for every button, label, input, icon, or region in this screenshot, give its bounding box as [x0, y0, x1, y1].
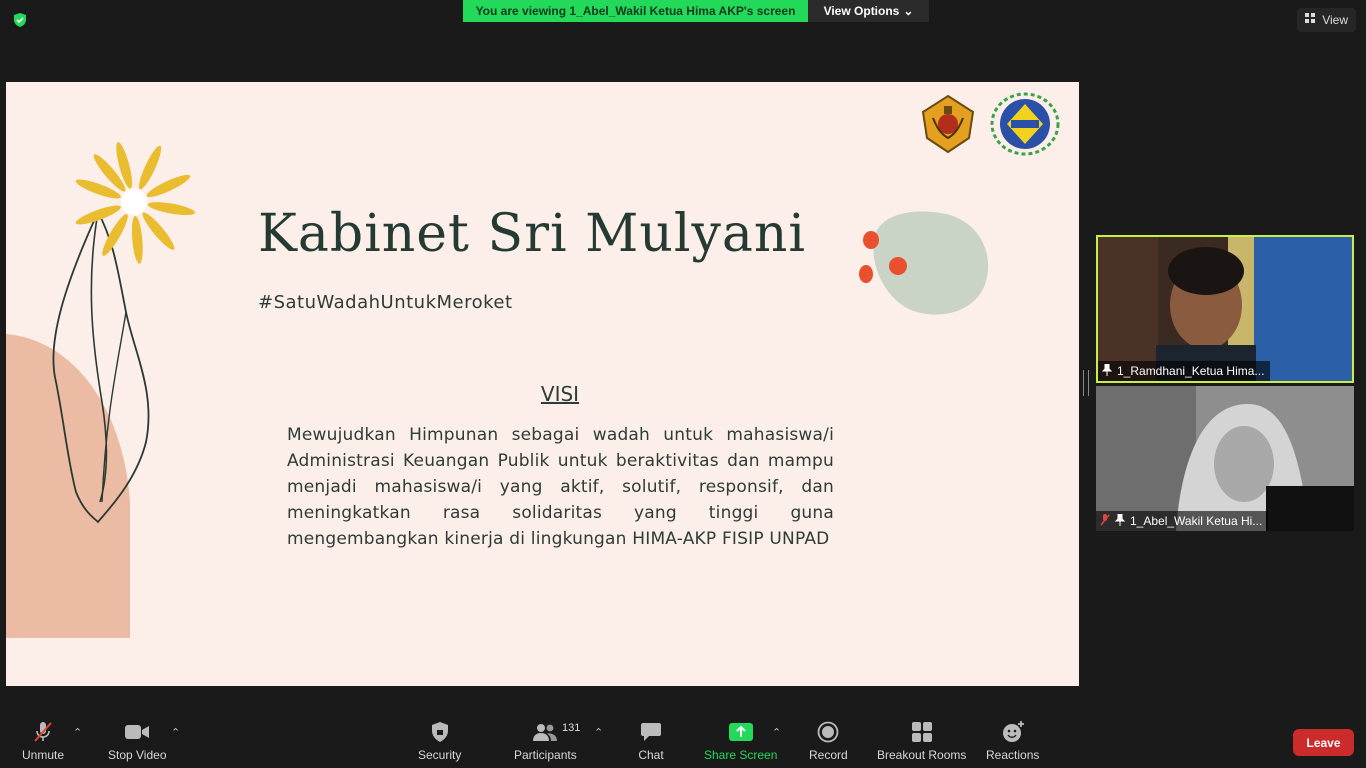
share-options-caret-icon[interactable]: ⌃	[772, 726, 781, 739]
audio-options-caret-icon[interactable]: ⌃	[73, 726, 82, 739]
peach-arch-shape	[6, 334, 130, 638]
visi-heading: VISI	[540, 382, 580, 406]
chevron-down-icon: ⌄	[903, 4, 914, 18]
reactions-label: Reactions	[986, 748, 1040, 762]
unpad-logo	[919, 94, 977, 154]
pin-icon	[1114, 513, 1126, 529]
muted-mic-icon	[1100, 513, 1110, 529]
pin-icon	[1101, 363, 1113, 379]
video-tile-participant[interactable]: 1_Abel_Wakil Ketua Hi...	[1096, 386, 1354, 531]
slide-hashtag: #SatuWadahUntukMeroket	[258, 292, 513, 313]
view-label: View	[1322, 13, 1348, 27]
breakout-rooms-button[interactable]: Breakout Rooms	[877, 720, 966, 762]
record-icon	[814, 720, 842, 744]
share-screen-button[interactable]: Share Screen	[704, 720, 777, 762]
hima-akp-logo	[990, 92, 1060, 156]
participant-name-label: 1_Abel_Wakil Ketua Hi...	[1096, 511, 1269, 531]
reactions-button[interactable]: Reactions	[986, 720, 1039, 762]
red-dot-shape	[863, 231, 879, 249]
record-button[interactable]: Record	[809, 720, 848, 762]
encryption-shield-icon[interactable]	[12, 12, 28, 28]
participant-name: 1_Ramdhani_Ketua Hima...	[1117, 364, 1265, 378]
video-tile-active-speaker[interactable]: 1_Ramdhani_Ketua Hima...	[1096, 235, 1354, 383]
view-button[interactable]: View	[1297, 8, 1356, 32]
participants-count: 131	[562, 722, 581, 734]
participants-options-caret-icon[interactable]: ⌃	[594, 726, 603, 739]
stop-video-label: Stop Video	[108, 748, 167, 762]
share-screen-label: Share Screen	[704, 748, 778, 762]
reactions-smiley-icon	[999, 720, 1027, 744]
panel-resize-handle[interactable]	[1083, 370, 1089, 396]
shared-screen-slide: Kabinet Sri Mulyani #SatuWadahUntukMerok…	[6, 82, 1079, 686]
security-button[interactable]: Security	[418, 720, 461, 762]
red-dot-shape	[859, 265, 873, 283]
record-label: Record	[809, 748, 848, 762]
chat-bubble-icon	[637, 720, 665, 744]
leave-button[interactable]: Leave	[1293, 729, 1354, 756]
video-feed-image	[1098, 237, 1352, 381]
video-options-caret-icon[interactable]: ⌃	[171, 726, 180, 739]
security-label: Security	[418, 748, 462, 762]
video-camera-icon	[123, 720, 151, 744]
participants-label: Participants	[514, 748, 577, 762]
grid-icon	[1305, 13, 1316, 27]
chat-button[interactable]: Chat	[637, 720, 665, 762]
view-options-button[interactable]: View Options ⌄	[808, 0, 929, 22]
muted-microphone-icon	[29, 720, 57, 744]
share-screen-icon	[727, 720, 755, 744]
participants-people-icon	[531, 720, 559, 744]
red-dot-shape	[889, 257, 907, 275]
participant-name: 1_Abel_Wakil Ketua Hi...	[1130, 514, 1263, 528]
chat-label: Chat	[638, 748, 664, 762]
visi-body-text: Mewujudkan Himpunan sebagai wadah untuk …	[287, 425, 834, 549]
slide-title: Kabinet Sri Mulyani	[258, 204, 806, 264]
security-shield-icon	[426, 720, 454, 744]
yellow-flower-shape	[75, 142, 196, 264]
unmute-label: Unmute	[22, 748, 65, 762]
stop-video-button[interactable]: Stop Video	[108, 720, 167, 762]
view-options-label: View Options	[823, 4, 900, 18]
unmute-button[interactable]: Unmute	[22, 720, 64, 762]
meeting-toolbar: Unmute ⌃ Stop Video ⌃ Security Participa…	[0, 712, 1366, 768]
viewing-screen-banner: You are viewing 1_Abel_Wakil Ketua Hima …	[463, 0, 808, 22]
top-bar: You are viewing 1_Abel_Wakil Ketua Hima …	[0, 0, 1366, 38]
breakout-rooms-label: Breakout Rooms	[877, 748, 967, 762]
video-feed-image	[1096, 386, 1354, 531]
participant-name-label: 1_Ramdhani_Ketua Hima...	[1098, 361, 1271, 381]
breakout-rooms-grid-icon	[908, 720, 936, 744]
